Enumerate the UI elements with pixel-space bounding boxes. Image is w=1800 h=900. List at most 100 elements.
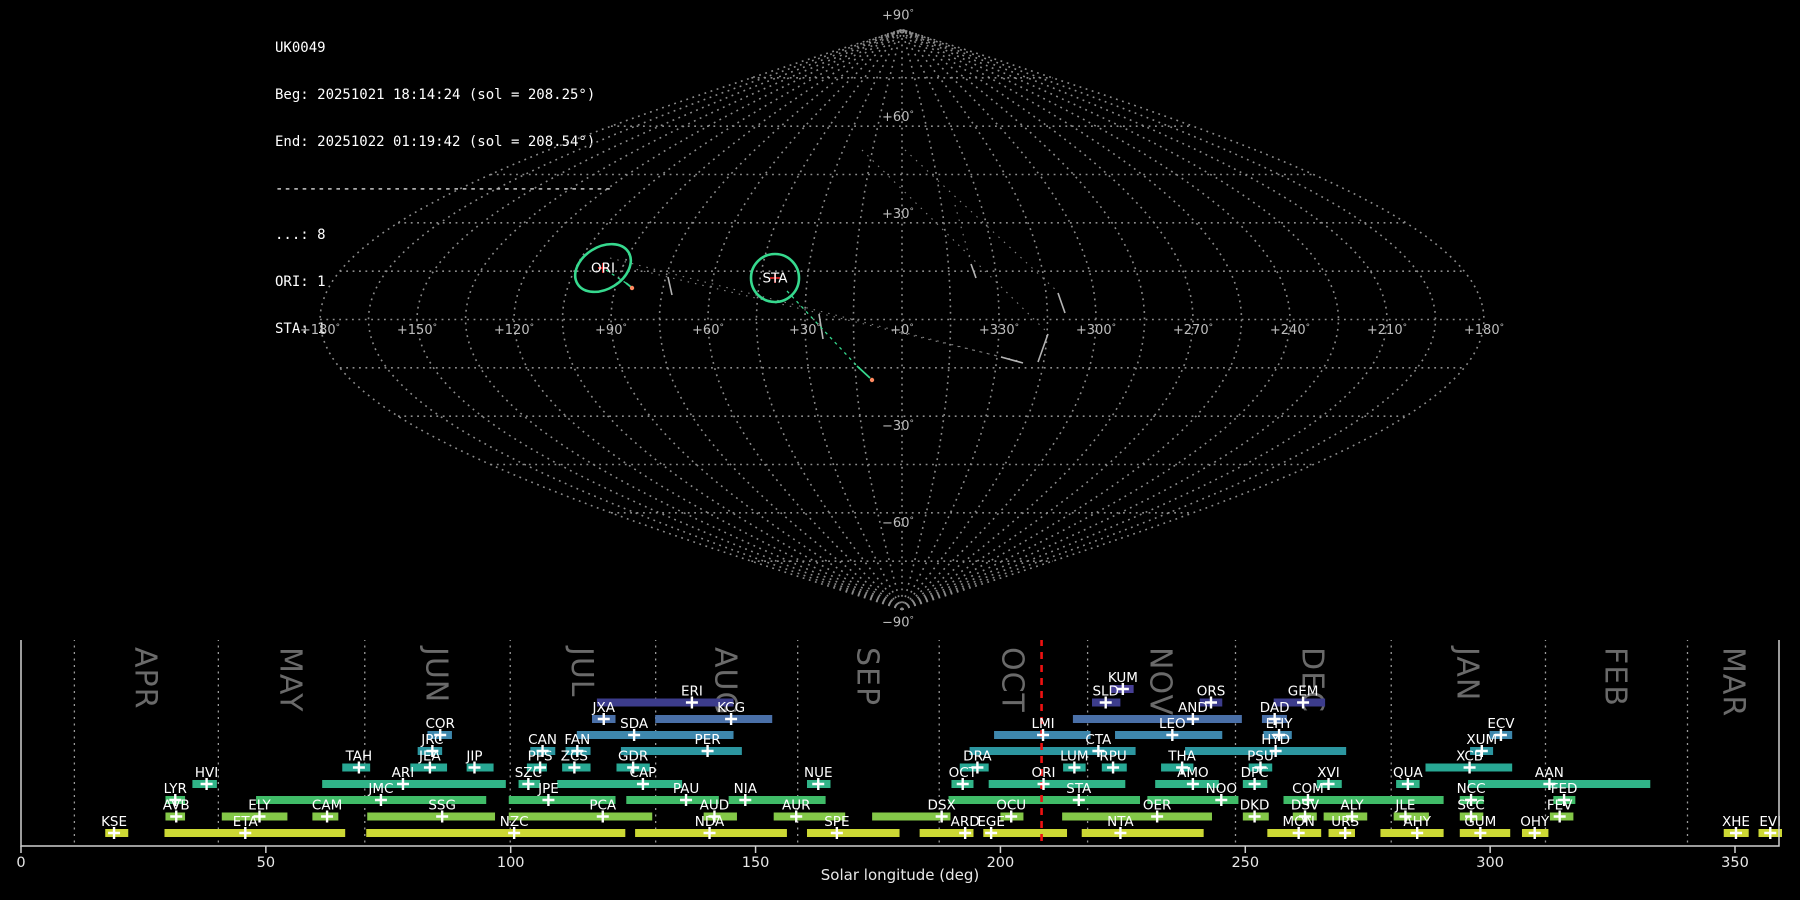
month-label: JUN — [419, 645, 454, 703]
shower-code-label: COM — [1292, 781, 1324, 797]
shower-code-label: DAD — [1260, 700, 1290, 716]
shower-code-label: NZC — [500, 814, 529, 830]
longitude-label: +150° — [397, 323, 437, 338]
shower-code-label: FEV — [1547, 798, 1573, 814]
shower-code-label: SLD — [1092, 684, 1119, 700]
shower-bar-cap — [557, 780, 682, 788]
month-label: MAR — [1716, 647, 1751, 717]
radiant-ori: ORI — [566, 234, 639, 301]
latitude-label: +90° — [882, 9, 914, 24]
shower-code-label: LMI — [1031, 716, 1054, 732]
shower-code-label: ZCS — [561, 749, 588, 765]
shower-code-label: XUM — [1466, 732, 1497, 748]
shower-code-label: JPE — [537, 781, 559, 797]
radiant-sta: STA — [751, 254, 799, 302]
shower-bar-sta — [949, 796, 1140, 804]
shower-code-label: AUD — [700, 798, 730, 814]
shower-code-label: NUE — [804, 765, 833, 781]
activity-bar — [509, 813, 652, 821]
shower-code-label: NIA — [734, 781, 758, 797]
shower-code-label: ARI — [392, 765, 415, 781]
shower-code-label: GEM — [1288, 684, 1319, 700]
activity-bar — [557, 780, 682, 788]
shower-code-label: LEO — [1159, 716, 1186, 732]
activity-bar — [366, 829, 625, 837]
shower-code-label: AMO — [1177, 765, 1209, 781]
shower-code-label: SPE — [824, 814, 849, 830]
shower-code-label: JEA — [418, 749, 442, 765]
activity-bar — [989, 780, 1126, 788]
shower-code-label: XHE — [1722, 814, 1750, 830]
shower-code-label: RPU — [1099, 749, 1126, 765]
shower-code-label: OER — [1143, 798, 1172, 814]
shower-code-label: AUR — [782, 798, 811, 814]
shower-code-label: CAP — [630, 765, 657, 781]
shower-code-label: LUM — [1060, 749, 1088, 765]
shower-code-label: JXA — [592, 700, 616, 716]
shower-code-label: MON — [1282, 814, 1314, 830]
meteor-extension-line — [955, 205, 971, 263]
shower-code-label: XVI — [1317, 765, 1339, 781]
x-axis-title: Solar longitude (deg) — [821, 866, 979, 884]
month-label: SEP — [849, 647, 884, 706]
meteor-observation-screen: UK0049 Beg: 20251021 18:14:24 (sol = 208… — [0, 0, 1800, 900]
longitude-label: +330° — [979, 323, 1019, 338]
activity-bar — [1062, 813, 1212, 821]
axis-tick-label: 250 — [1231, 855, 1259, 871]
trail-end-dot — [870, 378, 874, 382]
shower-code-label: JIP — [465, 749, 482, 765]
shower-code-label: SCC — [1457, 798, 1484, 814]
longitude-label: +0° — [890, 323, 914, 338]
latitude-label: −60° — [882, 516, 914, 531]
shower-code-label: ARD — [951, 814, 980, 830]
radiant-label: ORI — [591, 261, 615, 277]
shower-code-label: AHY — [1403, 814, 1431, 830]
shower-code-label: URS — [1331, 814, 1359, 830]
activity-bar — [949, 796, 1140, 804]
meteor-trail — [1001, 357, 1023, 363]
shower-bar-and — [1073, 715, 1242, 723]
grid-meridian — [514, 30, 902, 610]
sky-map-sinusoidal-projection: ORISTA+180°+150°+120°+90°+60°+30°+0°+330… — [0, 0, 1800, 640]
shower-bar-eta — [164, 829, 345, 837]
shower-code-label: AVB — [163, 798, 190, 814]
shower-code-label: EHY — [1266, 716, 1294, 732]
shower-code-label: JLE — [1394, 798, 1415, 814]
latitude-label: +60° — [882, 110, 914, 125]
axis-tick-label: 50 — [257, 855, 275, 871]
shower-code-label: OCT — [949, 765, 978, 781]
shower-bar-ssg — [367, 813, 495, 821]
shower-code-label: LYR — [164, 781, 187, 797]
shower-code-label: THA — [1167, 749, 1196, 765]
shower-code-label: CAN — [528, 732, 557, 748]
shower-bar-pca — [509, 813, 652, 821]
shower-code-label: TAH — [345, 749, 373, 765]
shower-code-label: SDA — [620, 716, 649, 732]
shower-code-label: HYD — [1261, 732, 1290, 748]
trail-end-dot — [630, 286, 634, 290]
shower-code-label: NTA — [1107, 814, 1134, 830]
shower-code-label: XCB — [1456, 749, 1483, 765]
latitude-label: +30° — [882, 207, 914, 222]
shower-bar-nzc — [366, 829, 625, 837]
shower-code-label: DKD — [1240, 798, 1270, 814]
shower-code-label: COR — [425, 716, 454, 732]
latitude-label: −90° — [882, 616, 914, 631]
shower-code-label: ECV — [1487, 716, 1515, 732]
shower-code-label: CAM — [312, 798, 342, 814]
longitude-label: +180° — [300, 323, 340, 338]
axis-tick-label: 0 — [16, 855, 25, 871]
shower-code-label: QUA — [1393, 765, 1424, 781]
meteor-trail — [668, 277, 672, 295]
shower-code-label: ALY — [1340, 798, 1364, 814]
month-label: FEB — [1597, 647, 1632, 707]
activity-bar — [807, 829, 900, 837]
meteor-trails — [668, 264, 1065, 363]
month-label: JAN — [1449, 645, 1484, 701]
month-label: JUL — [564, 645, 599, 698]
shower-code-label: NOO — [1206, 781, 1237, 797]
shower-code-label: KSE — [101, 814, 127, 830]
shower-code-label: SZC — [515, 765, 542, 781]
radiant-label: STA — [762, 271, 788, 287]
axis-tick-label: 200 — [987, 855, 1015, 871]
